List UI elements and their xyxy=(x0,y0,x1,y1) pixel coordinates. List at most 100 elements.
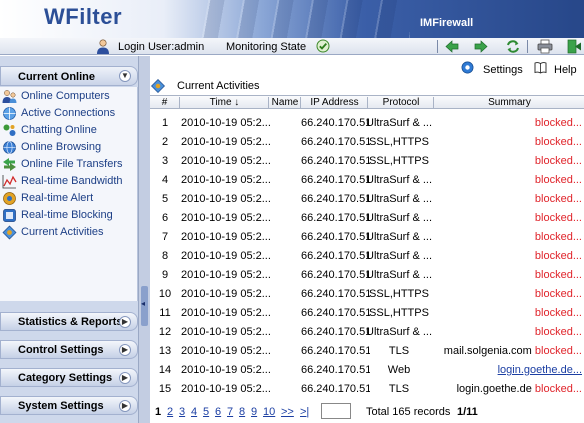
row-protocol: UltraSurf & ... xyxy=(366,212,432,224)
nav-item-real-time-blocking[interactable]: Real-time Blocking xyxy=(0,207,136,224)
table-row[interactable]: 5 2010-10-19 05:2... 66.240.170.51 UltraSur… xyxy=(150,190,584,209)
column-header-name[interactable]: Name xyxy=(270,97,301,109)
refresh-icon[interactable] xyxy=(505,39,521,54)
page-link[interactable]: 3 xyxy=(179,406,185,418)
control-settings-section[interactable]: Control Settings ▶ xyxy=(0,340,138,359)
page-link[interactable]: 7 xyxy=(227,406,233,418)
column-header-time[interactable]: Time ↓ xyxy=(181,97,269,109)
section-title: Control Settings xyxy=(18,344,104,356)
table-row[interactable]: 14 2010-10-19 05:2... 66.240.170.51 Web logi… xyxy=(150,361,584,380)
nav-item-active-connections[interactable]: Active Connections xyxy=(0,105,136,122)
table-row[interactable]: 2 2010-10-19 05:2... 66.240.170.51 SSL,HTTP… xyxy=(150,133,584,152)
help-link[interactable]: Help xyxy=(554,64,577,76)
connections-icon xyxy=(3,107,16,120)
table-row[interactable]: 9 2010-10-19 05:2... 66.240.170.51 UltraSur… xyxy=(150,266,584,285)
page-link[interactable]: 6 xyxy=(215,406,221,418)
page-link[interactable]: 2 xyxy=(167,406,173,418)
category-settings-section[interactable]: Category Settings ▶ xyxy=(0,368,138,387)
statistics-reports-section[interactable]: Statistics & Reports ▶ xyxy=(0,312,138,331)
summary-link[interactable]: login.goethe.de... xyxy=(498,364,582,376)
row-number: 10 xyxy=(158,288,172,300)
chevron-right-icon[interactable]: ▶ xyxy=(119,316,131,328)
row-ip: 66.240.170.51 xyxy=(301,212,370,224)
nav-item-label: Real-time Blocking xyxy=(21,209,113,221)
next-pages-link[interactable]: >> xyxy=(281,406,294,418)
table-row[interactable]: 11 2010-10-19 05:2... 66.240.170.51 SSL,HTT… xyxy=(150,304,584,323)
chevron-right-icon[interactable]: ▶ xyxy=(119,400,131,412)
table-row[interactable]: 13 2010-10-19 05:2... 66.240.170.51 TLS mail… xyxy=(150,342,584,361)
row-protocol: UltraSurf & ... xyxy=(366,326,432,338)
nav-item-chatting-online[interactable]: Chatting Online xyxy=(0,122,136,139)
system-settings-section[interactable]: System Settings ▶ xyxy=(0,396,138,415)
summary-host: mail.solgenia.com xyxy=(443,345,532,357)
row-time: 2010-10-19 05:2... xyxy=(181,231,271,243)
help-book-icon[interactable] xyxy=(534,61,547,74)
nav-item-label: Real-time Alert xyxy=(21,192,94,204)
activities-icon xyxy=(151,79,165,93)
page-link[interactable]: 1 xyxy=(155,406,161,418)
page-link[interactable]: 5 xyxy=(203,406,209,418)
row-summary: blocked... xyxy=(435,269,582,281)
page-link[interactable]: 4 xyxy=(191,406,197,418)
nav-item-current-activities[interactable]: Current Activities xyxy=(0,224,136,241)
blocked-status: blocked... xyxy=(534,136,582,148)
row-ip: 66.240.170.51 xyxy=(301,136,370,148)
nav-item-real-time-alert[interactable]: Real-time Alert xyxy=(0,190,136,207)
table-row[interactable]: 6 2010-10-19 05:2... 66.240.170.51 UltraSur… xyxy=(150,209,584,228)
settings-icon[interactable] xyxy=(461,61,474,74)
back-arrow-icon[interactable] xyxy=(444,39,460,54)
alert-icon xyxy=(3,192,16,205)
page-number-input[interactable] xyxy=(321,403,351,419)
row-time: 2010-10-19 05:2... xyxy=(181,288,271,300)
nav-item-label: Online Browsing xyxy=(21,141,102,153)
nav-item-real-time-bandwidth[interactable]: Real-time Bandwidth xyxy=(0,173,136,190)
settings-link[interactable]: Settings xyxy=(483,64,523,76)
table-row[interactable]: 7 2010-10-19 05:2... 66.240.170.51 UltraSur… xyxy=(150,228,584,247)
chevron-up-icon[interactable]: ▼ xyxy=(119,70,131,82)
column-header-number[interactable]: # xyxy=(150,97,180,109)
row-time: 2010-10-19 05:2... xyxy=(181,136,271,148)
exit-icon[interactable] xyxy=(566,39,582,54)
table-row[interactable]: 4 2010-10-19 05:2... 66.240.170.51 UltraSur… xyxy=(150,171,584,190)
current-online-list: Online Computers Active Connections Chat… xyxy=(0,87,138,301)
table-row[interactable]: 1 2010-10-19 05:2... 66.240.170.51 UltraSur… xyxy=(150,114,584,133)
nav-item-online-computers[interactable]: Online Computers xyxy=(0,88,136,105)
last-page-link[interactable]: >| xyxy=(300,406,309,418)
main-content: Settings Help Current Activities # Time … xyxy=(150,56,584,423)
page-link[interactable]: 8 xyxy=(239,406,245,418)
table-row[interactable]: 10 2010-10-19 05:2... 66.240.170.51 SSL,HTT… xyxy=(150,285,584,304)
nav-item-online-file-transfers[interactable]: Online File Transfers xyxy=(0,156,136,173)
column-header-ip[interactable]: IP Address xyxy=(302,97,368,109)
table-header: # Time ↓ Name IP Address Protocol Summar… xyxy=(150,95,584,109)
table-row[interactable]: 8 2010-10-19 05:2... 66.240.170.51 UltraSur… xyxy=(150,247,584,266)
row-number: 11 xyxy=(159,307,171,319)
chevron-right-icon[interactable]: ▶ xyxy=(119,372,131,384)
section-title: Current Online xyxy=(18,71,96,83)
collapse-grip[interactable] xyxy=(141,286,148,326)
page-link[interactable]: 9 xyxy=(251,406,257,418)
row-time: 2010-10-19 05:2... xyxy=(181,364,271,376)
table-row[interactable]: 12 2010-10-19 05:2... 66.240.170.51 UltraSu… xyxy=(150,323,584,342)
blocked-status: blocked... xyxy=(534,193,582,205)
row-protocol: SSL,HTTPS xyxy=(369,307,429,319)
nav-item-label: Real-time Bandwidth xyxy=(21,175,123,187)
row-summary: login.goethe.de blocked... xyxy=(435,383,582,395)
blocked-status: blocked... xyxy=(534,383,582,395)
page-link[interactable]: 10 xyxy=(263,406,275,418)
nav-item-label: Current Activities xyxy=(21,226,104,238)
current-online-section-header[interactable]: Current Online ▼ xyxy=(0,66,138,86)
column-header-summary[interactable]: Summary xyxy=(435,97,584,109)
row-summary: blocked... xyxy=(435,212,582,224)
print-icon[interactable] xyxy=(537,39,553,54)
nav-item-online-browsing[interactable]: Online Browsing xyxy=(0,139,136,156)
chat-icon xyxy=(3,124,16,136)
panel-splitter[interactable] xyxy=(138,56,150,423)
chevron-right-icon[interactable]: ▶ xyxy=(119,344,131,356)
row-summary: blocked... xyxy=(435,231,582,243)
forward-arrow-icon[interactable] xyxy=(473,39,489,54)
table-row[interactable]: 15 2010-10-19 05:2... 66.240.170.51 TLS logi… xyxy=(150,380,584,399)
page-indicator: 1/11 xyxy=(457,406,478,418)
table-row[interactable]: 3 2010-10-19 05:2... 66.240.170.51 SSL,HTTP… xyxy=(150,152,584,171)
row-summary: blocked... xyxy=(435,117,582,129)
column-header-protocol[interactable]: Protocol xyxy=(369,97,434,109)
